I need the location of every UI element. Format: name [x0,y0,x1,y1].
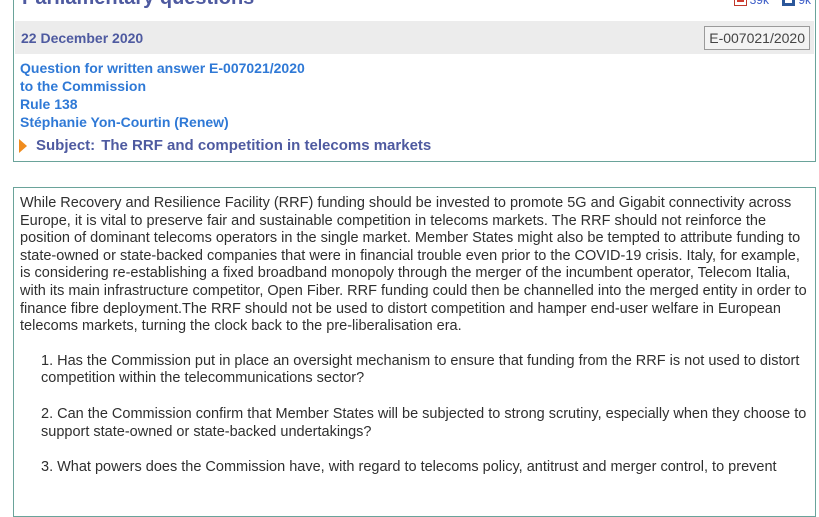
question-metadata: Question for written answer E-007021/202… [20,59,305,131]
subject-text: The RRF and competition in telecoms mark… [101,137,432,154]
question-list: 1. Has the Commission put in place an ov… [20,353,809,477]
date-bar: 22 December 2020 E-007021/2020 [15,21,814,54]
list-item: 2. Can the Commission confirm that Membe… [41,405,807,440]
question-header-panel: Parliamentary questions 39k 9k 22 Decemb… [13,0,816,162]
pdf-download-link[interactable]: 39k [733,0,769,7]
question-body: While Recovery and Resilience Facility (… [13,187,816,517]
question-rule: Rule 138 [20,96,78,112]
list-item: 3. What powers does the Commission have,… [41,459,777,476]
list-item: 1. Has the Commission put in place an ov… [41,352,800,387]
page-title: Parliamentary questions [22,0,254,10]
body-paragraph: While Recovery and Resilience Facility (… [20,195,807,335]
question-author: Stéphanie Yon-Courtin (Renew) [20,114,229,130]
pdf-icon [733,0,747,6]
subject-label: Subject: [36,137,96,154]
question-date: 22 December 2020 [21,30,144,46]
word-icon [782,0,796,6]
pdf-size: 39k [749,0,769,7]
subject-row: Subject: The RRF and competition in tele… [19,137,431,154]
download-links: 39k 9k [724,0,811,9]
word-size: 9k [798,0,811,7]
reference-number: E-007021/2020 [704,26,810,50]
arrow-right-icon [19,138,27,153]
word-download-link[interactable]: 9k [782,0,811,7]
question-type: Question for written answer E-007021/202… [20,60,305,76]
question-addressee: to the Commission [20,78,147,94]
